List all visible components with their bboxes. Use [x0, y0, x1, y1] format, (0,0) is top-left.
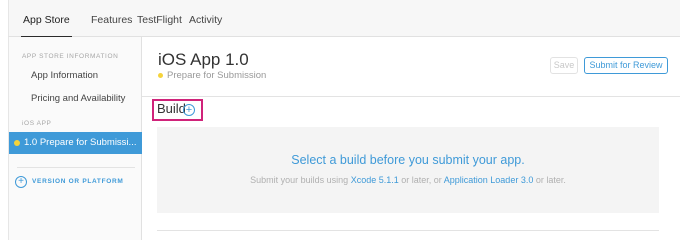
xcode-link[interactable]: Xcode 5.1.1	[351, 175, 399, 185]
sidebar-heading-ios: iOS APP	[22, 120, 52, 127]
sidebar: APP STORE INFORMATION App Information Pr…	[8, 37, 142, 240]
tab-activity[interactable]: Activity	[189, 0, 222, 37]
subtext-suffix: or later.	[533, 175, 566, 185]
tab-features[interactable]: Features	[91, 0, 132, 37]
status-label: Prepare for Submission	[167, 70, 267, 81]
header-divider	[142, 96, 680, 97]
top-tab-bar: App Store Features TestFlight Activity	[8, 0, 680, 38]
tab-testflight[interactable]: TestFlight	[137, 0, 182, 37]
submit-for-review-button[interactable]: Submit for Review	[584, 57, 668, 74]
subtext-middle: or later, or	[398, 175, 444, 185]
application-loader-link[interactable]: Application Loader 3.0	[444, 175, 534, 185]
build-empty-subtext: Submit your builds using Xcode 5.1.1 or …	[0, 175, 680, 185]
build-empty-panel	[157, 127, 659, 213]
sidebar-item-pricing[interactable]: Pricing and Availability	[31, 93, 125, 104]
status-dot	[14, 140, 20, 146]
sidebar-item-app-information[interactable]: App Information	[31, 70, 98, 81]
add-build-icon[interactable]: +	[183, 104, 195, 116]
tab-app-store[interactable]: App Store	[21, 0, 72, 38]
sidebar-item-version-label: 1.0 Prepare for Submissi...	[24, 137, 137, 148]
save-button[interactable]: Save	[550, 57, 578, 74]
status-dot	[158, 73, 163, 78]
subtext-prefix: Submit your builds using	[250, 175, 351, 185]
sidebar-item-version[interactable]: 1.0 Prepare for Submissi...	[9, 132, 142, 154]
build-empty-heading: Select a build before you submit your ap…	[291, 153, 525, 167]
sidebar-heading-store: APP STORE INFORMATION	[22, 53, 119, 60]
build-section-title: Build	[157, 101, 186, 116]
section-divider	[157, 230, 659, 231]
page-title: iOS App 1.0	[158, 50, 249, 69]
sidebar-divider	[17, 167, 135, 168]
